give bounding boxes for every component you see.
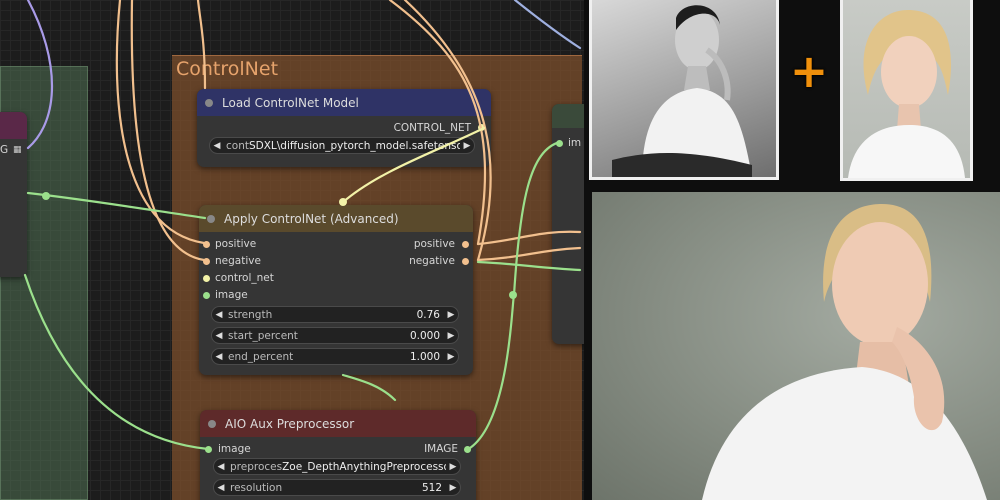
image-input-dot[interactable] bbox=[203, 292, 210, 299]
control-net-output-label: CONTROL_NET bbox=[393, 122, 471, 134]
decrement-arrow-icon[interactable]: ◀ bbox=[212, 331, 226, 341]
negative-output-dot[interactable] bbox=[462, 258, 469, 265]
control-net-input-label: control_net bbox=[215, 272, 274, 284]
resolution-slider[interactable]: ◀ resolution 512 ▶ bbox=[213, 479, 461, 496]
strength-label: strength bbox=[228, 308, 273, 321]
preprocessor-select-label: preproces bbox=[230, 460, 283, 473]
load-controlnet-title: Load ControlNet Model bbox=[222, 95, 359, 110]
increment-arrow-icon[interactable]: ▶ bbox=[444, 310, 458, 320]
apply-controlnet-node[interactable]: Apply ControlNet (Advanced) positive neg… bbox=[199, 205, 473, 375]
positive-output-label: positive bbox=[413, 238, 455, 250]
load-controlnet-header[interactable]: Load ControlNet Model bbox=[197, 89, 491, 116]
grid-icon: ▦ bbox=[13, 145, 22, 155]
chevron-left-icon[interactable]: ◀ bbox=[214, 462, 228, 472]
bw-portrait-illustration bbox=[612, 5, 752, 177]
image-input-label: image bbox=[215, 289, 248, 301]
left-partial-node[interactable]: G ▦ bbox=[0, 112, 27, 277]
aio-preprocessor-header[interactable]: AIO Aux Preprocessor bbox=[200, 410, 476, 437]
controlnet-model-select-label: cont bbox=[226, 139, 249, 152]
strength-value: 0.76 bbox=[416, 308, 440, 321]
preprocessor-select-value: Zoe_DepthAnythingPreprocessor bbox=[282, 460, 446, 473]
increment-arrow-icon[interactable]: ▶ bbox=[446, 483, 460, 493]
aio-image-output-label: IMAGE bbox=[424, 443, 458, 455]
node-collapse-dot[interactable] bbox=[208, 419, 216, 428]
start-percent-value: 0.000 bbox=[409, 329, 440, 342]
decrement-arrow-icon[interactable]: ◀ bbox=[212, 352, 226, 362]
resolution-label: resolution bbox=[230, 481, 283, 494]
apply-controlnet-title: Apply ControlNet (Advanced) bbox=[224, 211, 399, 226]
right-node-input-label: im bbox=[568, 137, 582, 149]
color-portrait-illustration bbox=[848, 10, 965, 178]
positive-output-dot[interactable] bbox=[462, 241, 469, 248]
positive-input-dot[interactable] bbox=[203, 241, 210, 248]
load-controlnet-node[interactable]: Load ControlNet Model CONTROL_NET ◀ cont… bbox=[197, 89, 491, 167]
reference-photo-color bbox=[840, 0, 973, 181]
increment-arrow-icon[interactable]: ▶ bbox=[444, 352, 458, 362]
decrement-arrow-icon[interactable]: ◀ bbox=[214, 483, 228, 493]
apply-controlnet-header[interactable]: Apply ControlNet (Advanced) bbox=[199, 205, 473, 232]
aio-image-input-dot[interactable] bbox=[205, 446, 212, 453]
end-percent-value: 1.000 bbox=[409, 350, 440, 363]
left-node-header bbox=[0, 112, 27, 139]
negative-output-label: negative bbox=[409, 255, 455, 267]
chevron-right-icon[interactable]: ▶ bbox=[446, 462, 460, 472]
decrement-arrow-icon[interactable]: ◀ bbox=[212, 310, 226, 320]
positive-input-label: positive bbox=[215, 238, 257, 250]
chevron-left-icon[interactable]: ◀ bbox=[210, 141, 224, 151]
left-node-output-label: G bbox=[0, 144, 9, 156]
controlnet-group-title: ControlNet bbox=[176, 58, 279, 80]
node-collapse-dot[interactable] bbox=[207, 214, 215, 223]
control-net-input-dot[interactable] bbox=[203, 275, 210, 282]
resolution-value: 512 bbox=[421, 481, 442, 494]
control-net-output-dot[interactable] bbox=[478, 124, 485, 131]
negative-input-dot[interactable] bbox=[203, 258, 210, 265]
preprocessor-select[interactable]: ◀ preproces Zoe_DepthAnythingPreprocesso… bbox=[213, 458, 461, 475]
image-overlay-panel: + bbox=[584, 0, 1000, 500]
start-percent-label: start_percent bbox=[228, 329, 298, 342]
plus-icon: + bbox=[789, 44, 829, 98]
start-percent-slider[interactable]: ◀ start_percent 0.000 ▶ bbox=[211, 327, 459, 344]
end-percent-label: end_percent bbox=[228, 350, 294, 363]
result-portrait-illustration bbox=[702, 204, 987, 500]
negative-input-label: negative bbox=[215, 255, 261, 267]
aio-image-output-dot[interactable] bbox=[464, 446, 471, 453]
aio-preprocessor-node[interactable]: AIO Aux Preprocessor image IMAGE ◀ prepr… bbox=[200, 410, 476, 500]
aio-preprocessor-title: AIO Aux Preprocessor bbox=[225, 416, 355, 431]
increment-arrow-icon[interactable]: ▶ bbox=[444, 331, 458, 341]
controlnet-model-select[interactable]: ◀ cont SDXL\diffusion_pytorch_model.safe… bbox=[209, 137, 475, 154]
node-collapse-dot[interactable] bbox=[205, 98, 213, 107]
result-photo bbox=[592, 192, 1000, 500]
end-percent-slider[interactable]: ◀ end_percent 1.000 ▶ bbox=[211, 348, 459, 365]
strength-slider[interactable]: ◀ strength 0.76 ▶ bbox=[211, 306, 459, 323]
chevron-right-icon[interactable]: ▶ bbox=[460, 141, 474, 151]
reference-photo-bw bbox=[589, 0, 779, 180]
aio-image-input-label: image bbox=[218, 443, 251, 455]
right-node-input-dot[interactable] bbox=[556, 140, 563, 147]
wire-blue bbox=[513, 0, 582, 50]
controlnet-model-select-value: SDXL\diffusion_pytorch_model.safetensors bbox=[248, 139, 460, 152]
